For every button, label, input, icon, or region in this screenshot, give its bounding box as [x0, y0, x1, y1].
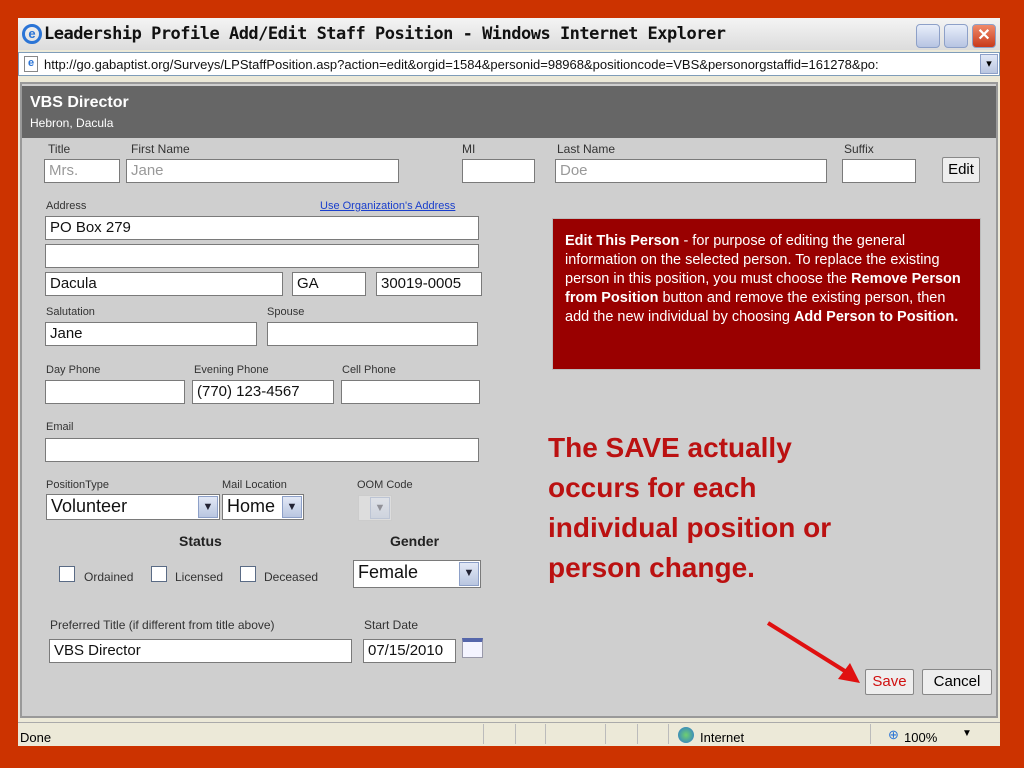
cell-phone-input[interactable]: [341, 380, 480, 404]
deceased-checkbox[interactable]: [240, 566, 256, 582]
edit-button[interactable]: Edit: [942, 157, 980, 183]
mail-location-select[interactable]: Home ▼: [222, 494, 304, 520]
mail-location-label: Mail Location: [222, 479, 287, 491]
address-dropdown-icon[interactable]: ▾: [980, 54, 998, 74]
salutation-label: Salutation: [46, 306, 95, 318]
preferred-title-label: Preferred Title (if different from title…: [50, 618, 275, 632]
cancel-button[interactable]: Cancel: [922, 669, 992, 695]
close-button[interactable]: ✕: [972, 24, 996, 48]
status-divider: [483, 724, 484, 744]
use-org-address-link[interactable]: Use Organization's Address: [320, 200, 455, 212]
spouse-input[interactable]: [267, 322, 478, 346]
city-input[interactable]: Dacula: [45, 272, 283, 296]
save-button[interactable]: Save: [865, 669, 914, 695]
status-divider: [545, 724, 546, 744]
evening-phone-label: Evening Phone: [194, 364, 269, 376]
status-divider: [637, 724, 638, 744]
page-icon: e: [24, 56, 38, 72]
licensed-checkbox[interactable]: [151, 566, 167, 582]
mi-label: MI: [462, 142, 476, 156]
spouse-label: Spouse: [267, 306, 305, 318]
preferred-title-input[interactable]: VBS Director: [49, 639, 352, 663]
address-label: Address: [46, 200, 87, 212]
last-name-input[interactable]: Doe: [555, 159, 827, 183]
zip-input[interactable]: 30019-0005: [376, 272, 482, 296]
ordained-checkbox[interactable]: [59, 566, 75, 582]
status-text: Done: [20, 730, 52, 745]
day-phone-label: Day Phone: [46, 364, 101, 376]
note-bold-1: Edit This Person: [565, 233, 680, 249]
position-type-label: PositionType: [46, 479, 109, 491]
cell-phone-label: Cell Phone: [342, 364, 396, 376]
address-line2-input[interactable]: [45, 244, 479, 268]
salutation-input[interactable]: Jane: [45, 322, 257, 346]
status-divider: [668, 724, 669, 744]
mi-input[interactable]: [462, 159, 535, 183]
arrow-annotation: [766, 621, 860, 683]
status-heading: Status: [179, 533, 222, 549]
zoom-dropdown-icon[interactable]: ▼: [962, 728, 972, 739]
edit-person-info-box: Edit This Person - for purpose of editin…: [552, 218, 981, 370]
organization-name: Hebron, Dacula: [30, 116, 114, 130]
window-title: Leadership Profile Add/Edit Staff Positi…: [44, 24, 726, 44]
state-input[interactable]: GA: [292, 272, 366, 296]
save-callout-text: The SAVE actually occurs for each indivi…: [548, 432, 832, 583]
chevron-down-icon: ▼: [282, 496, 302, 518]
zone-text: Internet: [700, 730, 745, 745]
licensed-label: Licensed: [175, 570, 224, 584]
status-divider: [515, 724, 516, 744]
position-type-value: Volunteer: [51, 496, 128, 516]
position-header: [22, 86, 996, 138]
first-name-label: First Name: [131, 142, 190, 156]
status-divider: [605, 724, 606, 744]
gender-heading: Gender: [390, 533, 440, 549]
title-label: Title: [48, 142, 71, 156]
ordained-label: Ordained: [84, 570, 134, 584]
email-input[interactable]: [45, 438, 479, 462]
day-phone-input[interactable]: [45, 380, 185, 404]
evening-phone-input[interactable]: (770) 123-4567: [192, 380, 334, 404]
gender-select[interactable]: Female ▼: [353, 560, 481, 588]
note-bold-3: Add Person to Position.: [793, 309, 959, 325]
suffix-label: Suffix: [844, 142, 874, 156]
globe-icon: [678, 727, 694, 743]
calendar-icon[interactable]: [462, 638, 483, 658]
start-date-label: Start Date: [364, 618, 419, 632]
last-name-label: Last Name: [557, 142, 616, 156]
ie-logo-icon: e: [22, 24, 42, 44]
chevron-down-icon: ▼: [459, 562, 479, 586]
status-divider: [870, 724, 871, 744]
status-bar: [18, 722, 1000, 746]
suffix-input[interactable]: [842, 159, 916, 183]
gender-value: Female: [358, 562, 419, 582]
first-name-input[interactable]: Jane: [126, 159, 399, 183]
url-text[interactable]: http://go.gabaptist.org/Surveys/LPStaffP…: [44, 57, 974, 72]
chevron-down-icon: ▼: [370, 497, 390, 519]
title-input[interactable]: Mrs.: [44, 159, 120, 183]
oom-code-label: OOM Code: [357, 479, 413, 491]
start-date-input[interactable]: 07/15/2010: [363, 639, 456, 663]
deceased-label: Deceased: [264, 570, 319, 584]
zoom-icon[interactable]: ⊕: [888, 727, 899, 743]
minimize-button[interactable]: [916, 24, 940, 48]
email-label: Email: [46, 421, 74, 433]
oom-code-select[interactable]: ▼: [358, 495, 392, 521]
position-title: VBS Director: [30, 94, 129, 111]
position-type-select[interactable]: Volunteer ▼: [46, 494, 220, 520]
maximize-button[interactable]: [944, 24, 968, 48]
zoom-level[interactable]: 100%: [904, 730, 937, 745]
mail-location-value: Home: [227, 496, 276, 516]
address-line1-input[interactable]: PO Box 279: [45, 216, 479, 240]
chevron-down-icon: ▼: [198, 496, 218, 518]
